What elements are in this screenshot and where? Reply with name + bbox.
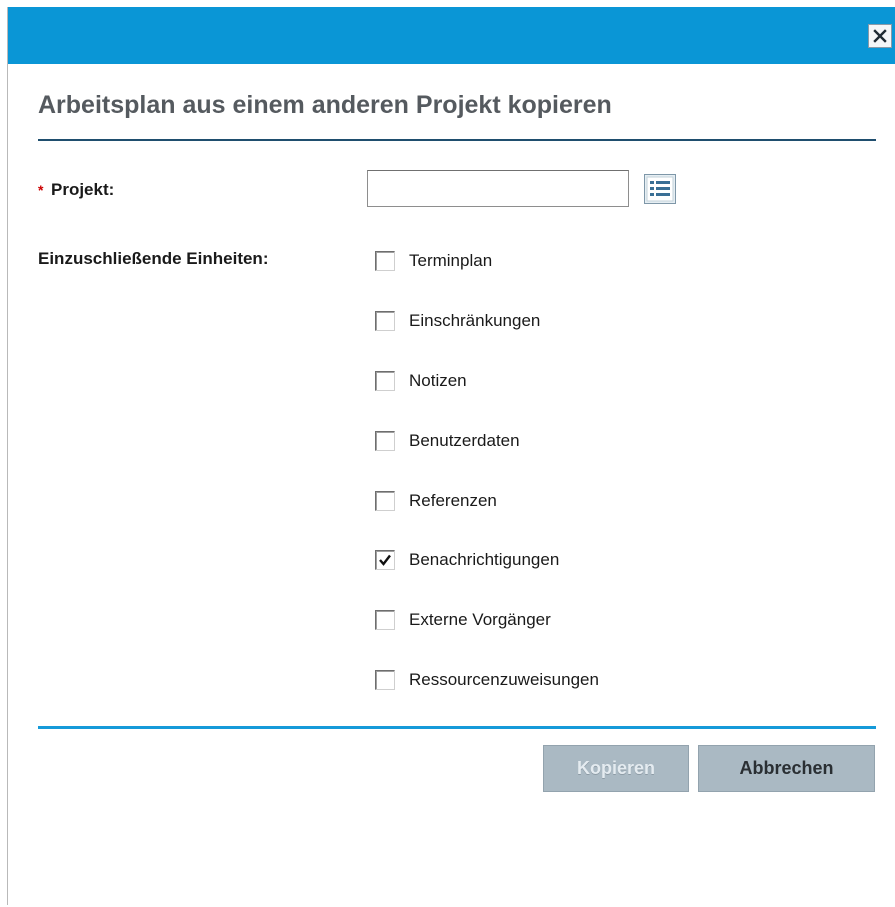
close-button[interactable]	[868, 24, 892, 48]
copy-button[interactable]: Kopieren	[543, 745, 689, 792]
project-label: Projekt:	[51, 180, 115, 199]
option-label: Terminplan	[409, 251, 493, 270]
option-label: Benutzerdaten	[409, 431, 520, 450]
checkbox[interactable]	[375, 610, 395, 630]
title-divider	[38, 139, 876, 141]
option-einschraenkungen[interactable]: Einschränkungen	[375, 309, 540, 333]
option-ressourcenzuweisungen[interactable]: Ressourcenzuweisungen	[375, 668, 599, 692]
option-terminplan[interactable]: Terminplan	[375, 249, 492, 273]
checkbox[interactable]	[375, 431, 395, 451]
dialog-titlebar	[8, 7, 895, 64]
checkmark-icon	[379, 554, 391, 566]
option-label: Einschränkungen	[409, 311, 541, 330]
checkbox[interactable]	[375, 491, 395, 511]
option-notizen[interactable]: Notizen	[375, 369, 467, 393]
dialog-title: Arbeitsplan aus einem anderen Projekt ko…	[38, 91, 612, 119]
close-x-icon	[873, 29, 887, 43]
checkbox[interactable]	[375, 251, 395, 271]
option-referenzen[interactable]: Referenzen	[375, 489, 497, 513]
checkbox[interactable]	[375, 311, 395, 331]
option-label: Notizen	[409, 371, 467, 390]
cancel-button[interactable]: Abbrechen	[698, 745, 875, 792]
option-label: Externe Vorgänger	[409, 610, 551, 629]
required-marker: *	[38, 182, 44, 198]
project-input[interactable]	[367, 170, 629, 207]
copy-workplan-dialog: Arbeitsplan aus einem anderen Projekt ko…	[7, 7, 895, 905]
option-benachrichtigungen[interactable]: Benachrichtigungen	[375, 548, 559, 572]
option-benutzerdaten[interactable]: Benutzerdaten	[375, 429, 520, 453]
checkbox[interactable]	[375, 670, 395, 690]
option-externe-vorgaenger[interactable]: Externe Vorgänger	[375, 608, 551, 632]
checkbox[interactable]	[375, 550, 395, 570]
units-label: Einzuschließende Einheiten:	[38, 249, 269, 268]
option-label: Ressourcenzuweisungen	[409, 670, 599, 689]
checkbox[interactable]	[375, 371, 395, 391]
option-label: Benachrichtigungen	[409, 550, 560, 569]
option-label: Referenzen	[409, 491, 497, 510]
list-picker-icon[interactable]	[644, 174, 676, 204]
footer-divider	[38, 726, 876, 729]
